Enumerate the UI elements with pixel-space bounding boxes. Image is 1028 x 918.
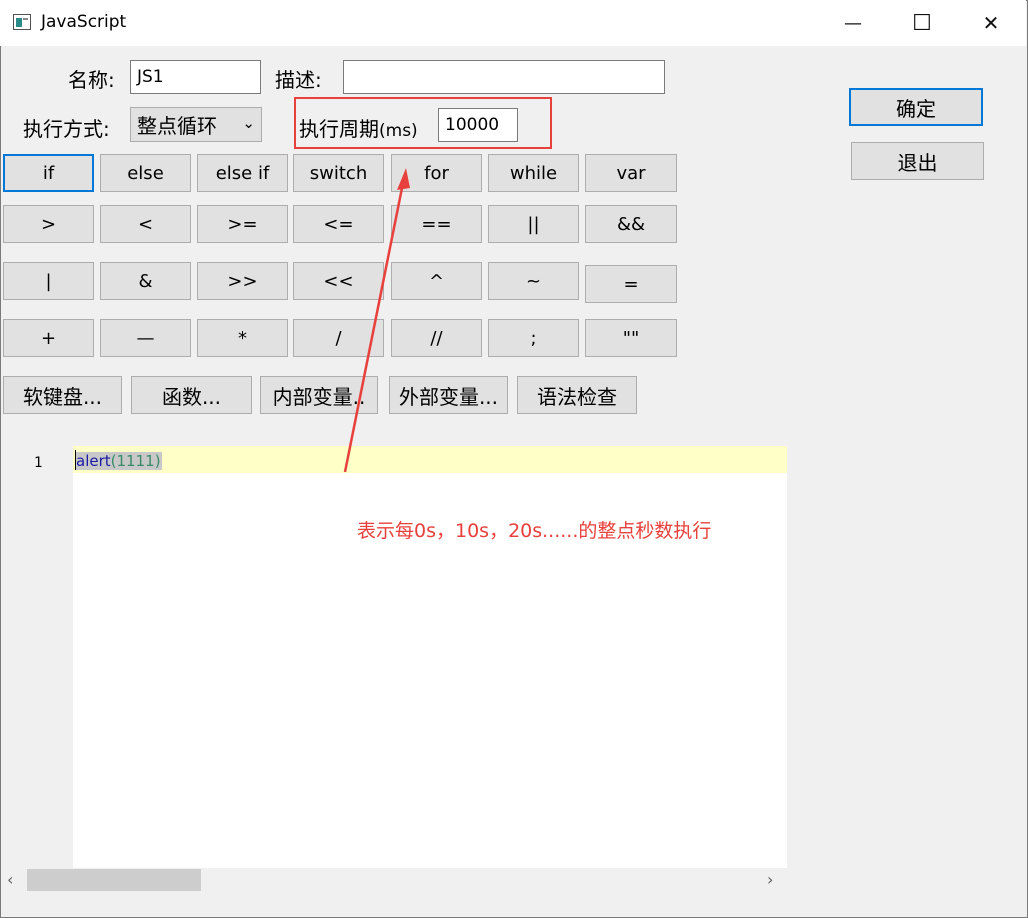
mode-select[interactable]: 整点循环 ⌄ (130, 107, 262, 142)
maximize-icon: ☐ (912, 10, 932, 36)
key-for[interactable]: for (391, 154, 482, 192)
key-xor[interactable]: ^ (391, 262, 482, 300)
key-minus[interactable]: — (100, 319, 191, 357)
scroll-left-icon[interactable]: ‹ (7, 870, 13, 889)
functions-button[interactable]: 函数... (131, 376, 252, 414)
close-button[interactable]: ✕ (956, 0, 1026, 46)
key-less-equal[interactable]: <= (293, 205, 384, 243)
current-line-highlight (73, 446, 787, 473)
minimize-button[interactable]: — (818, 0, 888, 46)
window-title: JavaScript (41, 12, 127, 32)
code-editor[interactable] (73, 446, 787, 868)
key-logical-or[interactable]: || (488, 205, 579, 243)
name-input[interactable]: JS1 (130, 60, 261, 94)
mode-label: 执行方式: (23, 117, 110, 141)
syntax-check-button[interactable]: 语法检查 (517, 376, 637, 414)
key-switch[interactable]: switch (293, 154, 384, 192)
period-unit: (ms) (379, 121, 418, 141)
key-multiply[interactable]: * (197, 319, 288, 357)
external-variables-button[interactable]: 外部变量... (389, 376, 508, 414)
key-comment[interactable]: // (391, 319, 482, 357)
close-icon: ✕ (982, 11, 1000, 35)
code-line[interactable]: alert(1111) (75, 452, 162, 470)
key-plus[interactable]: + (3, 319, 94, 357)
key-bitwise-or[interactable]: | (3, 262, 94, 300)
title-bar: JavaScript — ☐ ✕ (0, 0, 1026, 46)
period-label: 执行周期(ms) (299, 117, 418, 141)
scrollbar-thumb[interactable] (27, 869, 201, 891)
mode-select-value: 整点循环 (137, 114, 217, 138)
scroll-right-icon[interactable]: › (767, 870, 773, 889)
key-else[interactable]: else (100, 154, 191, 192)
key-assign[interactable]: = (585, 265, 677, 303)
key-semicolon[interactable]: ; (488, 319, 579, 357)
soft-keyboard-button[interactable]: 软键盘... (3, 376, 122, 414)
key-less[interactable]: < (100, 205, 191, 243)
key-greater-equal[interactable]: >= (197, 205, 288, 243)
key-if[interactable]: if (3, 154, 94, 192)
chevron-down-icon: ⌄ (242, 114, 255, 132)
key-tilde[interactable]: ~ (488, 262, 579, 300)
key-equals[interactable]: == (391, 205, 482, 243)
app-icon (13, 14, 31, 30)
minimize-icon: — (844, 12, 862, 34)
key-else-if[interactable]: else if (197, 154, 288, 192)
key-shift-right[interactable]: >> (197, 262, 288, 300)
key-shift-left[interactable]: << (293, 262, 384, 300)
key-greater[interactable]: > (3, 205, 94, 243)
description-label: 描述: (275, 68, 322, 92)
code-function: alert (76, 452, 111, 470)
key-var[interactable]: var (585, 154, 677, 192)
key-quotes[interactable]: "" (585, 319, 677, 357)
ok-button[interactable]: 确定 (849, 88, 983, 126)
key-logical-and[interactable]: && (585, 205, 677, 243)
key-bitwise-and[interactable]: & (100, 262, 191, 300)
key-divide[interactable]: / (293, 319, 384, 357)
maximize-button[interactable]: ☐ (887, 0, 957, 46)
code-number: 1111 (116, 452, 155, 470)
exit-button[interactable]: 退出 (851, 142, 984, 180)
text-caret (75, 450, 76, 470)
key-while[interactable]: while (488, 154, 579, 192)
period-input[interactable]: 10000 (438, 108, 518, 142)
description-input[interactable] (343, 60, 665, 94)
name-label: 名称: (68, 68, 115, 92)
annotation-text: 表示每0s，10s，20s......的整点秒数执行 (357, 520, 712, 542)
internal-variables-button[interactable]: 内部变量.. (260, 376, 378, 414)
line-number: 1 (34, 455, 43, 471)
